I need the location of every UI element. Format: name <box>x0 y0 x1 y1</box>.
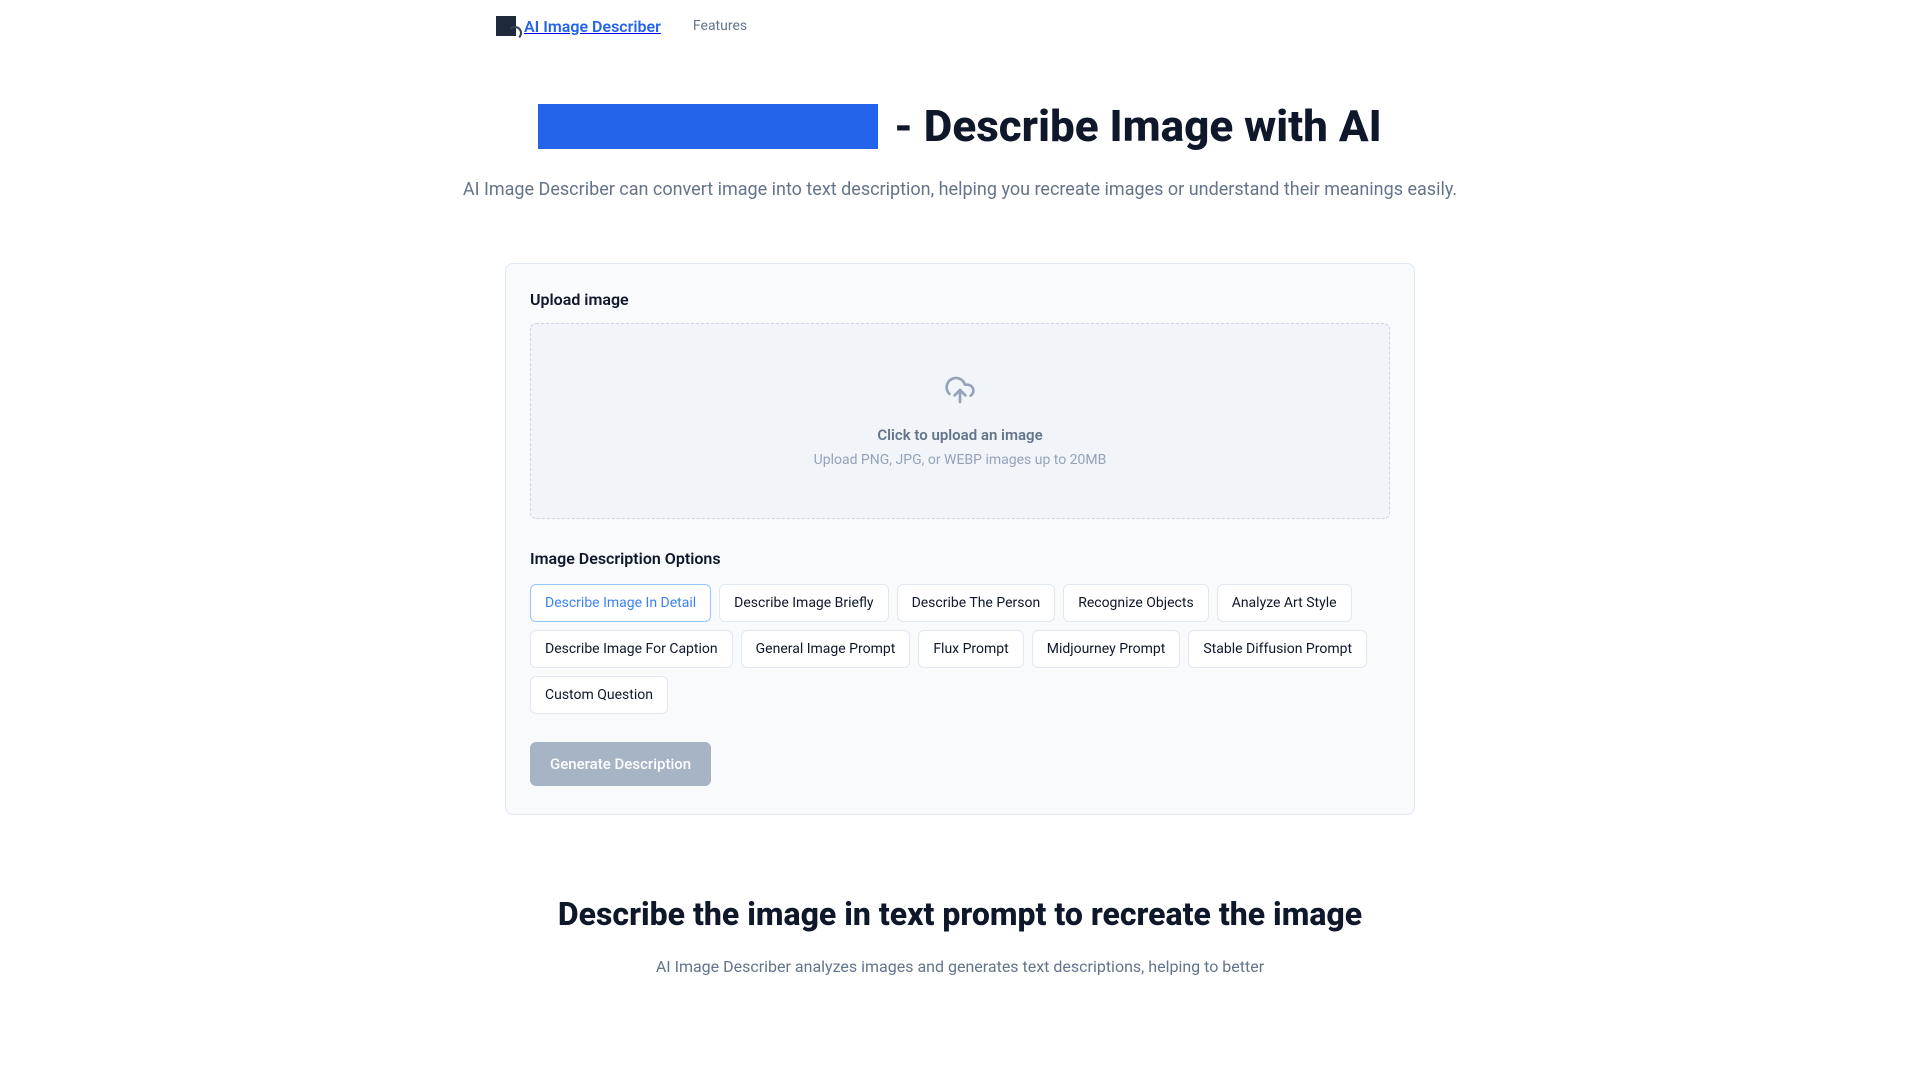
option-custom-question[interactable]: Custom Question <box>530 676 668 714</box>
hero-highlight-block <box>538 104 878 149</box>
option-flux-prompt[interactable]: Flux Prompt <box>918 630 1023 668</box>
option-general-prompt[interactable]: General Image Prompt <box>741 630 911 668</box>
header: AI Image Describer Features <box>240 0 1680 52</box>
upload-dropzone[interactable]: Click to upload an image Upload PNG, JPG… <box>530 323 1390 519</box>
upload-main-text: Click to upload an image <box>551 426 1369 444</box>
logo-text: AI Image Describer <box>524 17 661 36</box>
cloud-upload-icon <box>551 374 1369 410</box>
hero-title: - Describe Image with AI <box>460 100 1460 152</box>
option-describe-person[interactable]: Describe The Person <box>897 584 1056 622</box>
nav-features[interactable]: Features <box>693 18 747 34</box>
option-describe-caption[interactable]: Describe Image For Caption <box>530 630 733 668</box>
option-midjourney-prompt[interactable]: Midjourney Prompt <box>1032 630 1181 668</box>
hero-subtitle: AI Image Describer can convert image int… <box>460 176 1460 205</box>
bottom-section: Describe the image in text prompt to rec… <box>0 895 1920 976</box>
bottom-text: AI Image Describer analyzes images and g… <box>0 957 1920 976</box>
option-describe-detail[interactable]: Describe Image In Detail <box>530 584 711 622</box>
upload-section-title: Upload image <box>530 290 1390 309</box>
option-recognize-objects[interactable]: Recognize Objects <box>1063 584 1209 622</box>
options-section-title: Image Description Options <box>530 549 1390 568</box>
options-grid: Describe Image In Detail Describe Image … <box>530 584 1390 714</box>
upload-card: Upload image Click to upload an image Up… <box>505 263 1415 815</box>
bottom-title: Describe the image in text prompt to rec… <box>0 895 1920 933</box>
option-describe-briefly[interactable]: Describe Image Briefly <box>719 584 888 622</box>
upload-hint-text: Upload PNG, JPG, or WEBP images up to 20… <box>551 452 1369 468</box>
generate-description-button[interactable]: Generate Description <box>530 742 711 786</box>
logo-link[interactable]: AI Image Describer <box>496 16 661 36</box>
hero-section: - Describe Image with AI AI Image Descri… <box>460 52 1460 205</box>
hero-title-text: - Describe Image with AI <box>894 100 1381 152</box>
logo-icon <box>496 16 516 36</box>
option-analyze-art-style[interactable]: Analyze Art Style <box>1217 584 1352 622</box>
option-stable-diffusion-prompt[interactable]: Stable Diffusion Prompt <box>1188 630 1367 668</box>
